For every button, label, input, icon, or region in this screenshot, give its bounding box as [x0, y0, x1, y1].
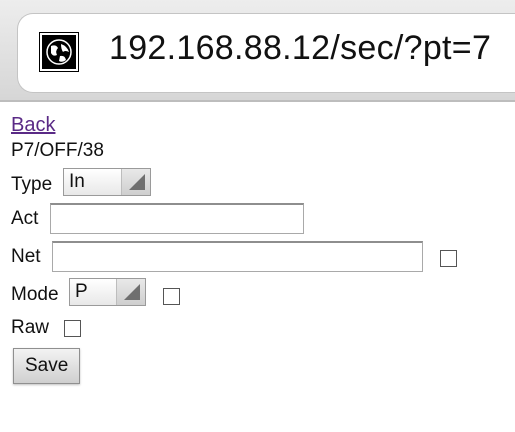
mode-label: Mode: [11, 284, 59, 305]
address-bar[interactable]: 192.168.88.12/sec/?pt=7: [17, 13, 515, 93]
raw-checkbox[interactable]: [64, 320, 81, 337]
net-input[interactable]: [52, 241, 423, 272]
dropdown-arrow-icon: [116, 279, 145, 305]
type-select[interactable]: In: [63, 168, 151, 196]
net-label: Net: [11, 246, 41, 267]
net-checkbox[interactable]: [440, 250, 457, 267]
type-label: Type: [11, 174, 53, 195]
dropdown-arrow-icon: [121, 169, 150, 195]
save-button[interactable]: Save: [13, 348, 81, 384]
browser-toolbar: 192.168.88.12/sec/?pt=7: [0, 0, 515, 102]
type-select-value: In: [69, 171, 85, 192]
mode-select-value: P: [75, 281, 88, 302]
raw-label: Raw: [11, 317, 50, 338]
globe-icon: [39, 32, 79, 72]
back-link[interactable]: Back: [11, 114, 55, 137]
port-status: P7/OFF/38: [11, 140, 104, 161]
mode-select[interactable]: P: [69, 278, 146, 306]
address-url[interactable]: 192.168.88.12/sec/?pt=7: [109, 29, 491, 68]
act-label: Act: [11, 208, 39, 229]
act-input[interactable]: [50, 203, 304, 234]
mode-checkbox[interactable]: [163, 288, 180, 305]
